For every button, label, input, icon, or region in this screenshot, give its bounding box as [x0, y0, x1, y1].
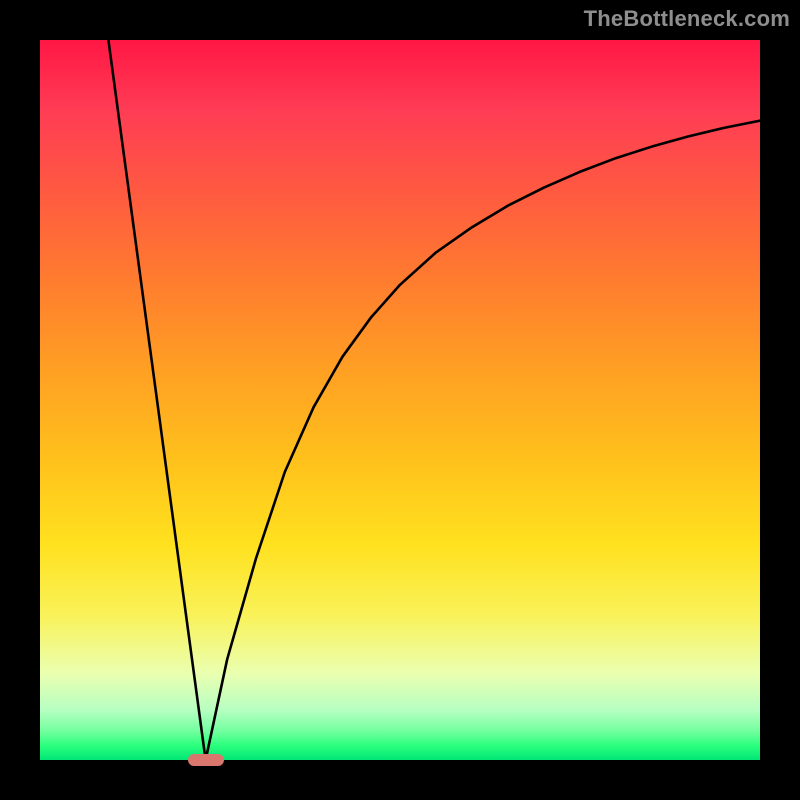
curve-svg	[40, 40, 760, 760]
bottleneck-curve	[108, 40, 760, 760]
plot-area	[40, 40, 760, 760]
chart-container: TheBottleneck.com	[0, 0, 800, 800]
watermark-text: TheBottleneck.com	[584, 6, 790, 32]
minimum-marker	[188, 754, 224, 766]
